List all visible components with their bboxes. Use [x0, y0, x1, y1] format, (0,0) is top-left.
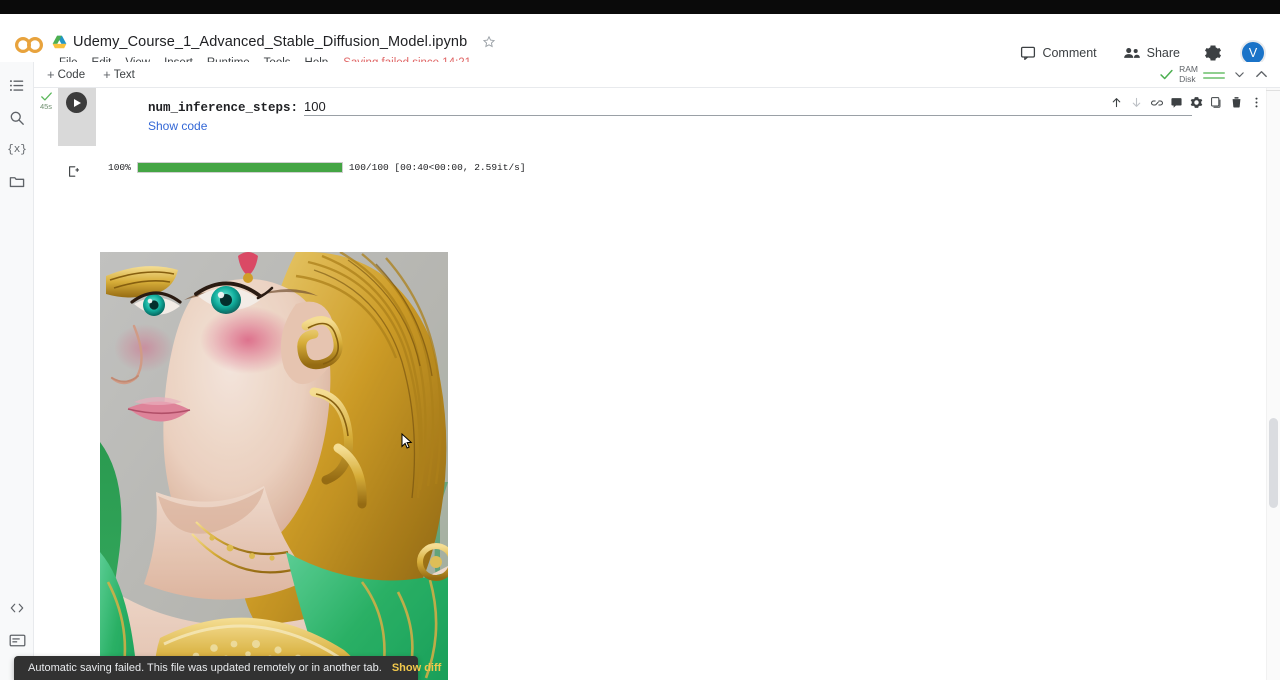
terminal-icon [9, 633, 26, 648]
list-icon [9, 78, 25, 94]
cell-content: num_inference_steps: Show code [96, 88, 1280, 146]
comment-button[interactable]: Comment [1014, 42, 1102, 64]
colab-app: Udemy_Course_1_Advanced_Stable_Diffusion… [0, 0, 1280, 680]
code-brackets-icon [9, 600, 25, 616]
collapse-toolbar-button[interactable] [1251, 64, 1272, 85]
progress-bar-row: 100% 100/100 [00:40<00:00, 2.59it/s] [108, 162, 526, 173]
star-outline-icon[interactable] [481, 34, 497, 50]
form-field-label: num_inference_steps: [148, 101, 298, 115]
copy-icon [1210, 96, 1223, 109]
sidebar-item-variables[interactable]: {x} [0, 134, 34, 166]
search-icon [9, 110, 25, 126]
show-code-link[interactable]: Show code [148, 119, 207, 133]
arrow-up-icon [1110, 96, 1123, 109]
comment-label: Comment [1042, 46, 1096, 60]
snackbar-message: Automatic saving failed. This file was u… [28, 662, 382, 674]
move-cell-down-button[interactable] [1127, 93, 1146, 112]
code-cell: num_inference_steps: Show code [58, 88, 1280, 146]
runtime-status-group: RAM Disk [1159, 64, 1272, 85]
scrollbar-thumb[interactable] [1269, 418, 1278, 508]
link-icon [1150, 96, 1164, 110]
green-check-icon [1159, 67, 1174, 82]
colab-logo-icon[interactable] [14, 36, 44, 54]
num-inference-steps-input[interactable] [304, 99, 1192, 116]
sidebar-item-terminal[interactable] [0, 624, 34, 656]
gear-icon [1190, 96, 1203, 109]
add-cell-group: + Code + Text [40, 66, 142, 83]
output-arrow-icon [67, 165, 80, 183]
folder-icon [9, 174, 25, 190]
share-label: Share [1147, 46, 1180, 60]
ram-label: RAM [1179, 65, 1198, 74]
share-button[interactable]: Share [1117, 42, 1186, 64]
delete-cell-button[interactable] [1227, 93, 1246, 112]
more-vertical-icon [1250, 96, 1263, 109]
add-text-label: Text [114, 69, 135, 81]
cell-gutter [58, 88, 96, 146]
runtime-dropdown-button[interactable] [1230, 65, 1249, 84]
disk-bar [1203, 77, 1225, 79]
add-text-cell-button[interactable]: + Text [96, 66, 142, 83]
progress-bar-track [137, 162, 343, 173]
execution-time-label: 45s [40, 103, 52, 111]
trash-icon [1230, 96, 1243, 109]
browser-chrome-strip [0, 0, 1280, 14]
mouse-cursor [401, 433, 413, 455]
gear-icon [1204, 44, 1222, 62]
notebook-title: Udemy_Course_1_Advanced_Stable_Diffusion… [73, 34, 467, 50]
comment-icon [1020, 45, 1036, 61]
form-field-row: num_inference_steps: [148, 99, 1192, 116]
chevron-up-icon [1254, 67, 1269, 82]
comment-icon [1170, 96, 1183, 109]
cell-action-toolbar [1107, 93, 1266, 112]
show-diff-button[interactable]: Show diff [392, 662, 442, 674]
add-code-label: Code [58, 69, 86, 81]
vertical-scrollbar[interactable] [1266, 88, 1280, 680]
drive-icon [52, 35, 67, 49]
people-icon [1123, 45, 1141, 61]
cell-settings-button[interactable] [1187, 93, 1206, 112]
notebook-toolbar: + Code + Text RAM Disk [0, 62, 1280, 88]
arrow-down-icon [1130, 96, 1143, 109]
cell-execution-status: 45s [34, 90, 58, 111]
generated-image [100, 252, 448, 680]
resource-bars [1203, 71, 1225, 79]
save-error-snackbar: Automatic saving failed. This file was u… [14, 656, 418, 680]
sidebar-item-files[interactable] [0, 166, 34, 198]
disk-label: Disk [1179, 75, 1198, 84]
notebook-title-row[interactable]: Udemy_Course_1_Advanced_Stable_Diffusion… [52, 34, 497, 50]
run-cell-button[interactable] [66, 92, 87, 113]
app-header: Udemy_Course_1_Advanced_Stable_Diffusion… [0, 14, 1280, 62]
progress-stats-label: 100/100 [00:40<00:00, 2.59it/s] [349, 162, 526, 173]
copy-cell-button[interactable] [1207, 93, 1226, 112]
add-code-cell-button[interactable]: + Code [40, 66, 92, 83]
plus-icon: + [103, 68, 111, 81]
variables-icon: {x} [7, 144, 27, 156]
left-sidebar: {x} [0, 62, 34, 680]
sidebar-item-find-and-replace[interactable] [0, 102, 34, 134]
ram-bar [1203, 72, 1225, 74]
sidebar-item-table-of-contents[interactable] [0, 70, 34, 102]
notebook-canvas: 45s num_inference_steps: Show code [34, 88, 1280, 680]
chevron-down-icon [1233, 68, 1246, 81]
link-to-cell-button[interactable] [1147, 93, 1166, 112]
sidebar-item-code-snippets[interactable] [0, 592, 34, 624]
scrollbar-top-divider [1266, 90, 1280, 91]
add-comment-button[interactable] [1167, 93, 1186, 112]
move-cell-up-button[interactable] [1107, 93, 1126, 112]
progress-bar-fill [138, 163, 342, 172]
resource-meter[interactable]: RAM Disk [1176, 65, 1228, 84]
more-options-button[interactable] [1247, 93, 1266, 112]
progress-percent-label: 100% [108, 162, 131, 173]
plus-icon: + [47, 68, 55, 81]
